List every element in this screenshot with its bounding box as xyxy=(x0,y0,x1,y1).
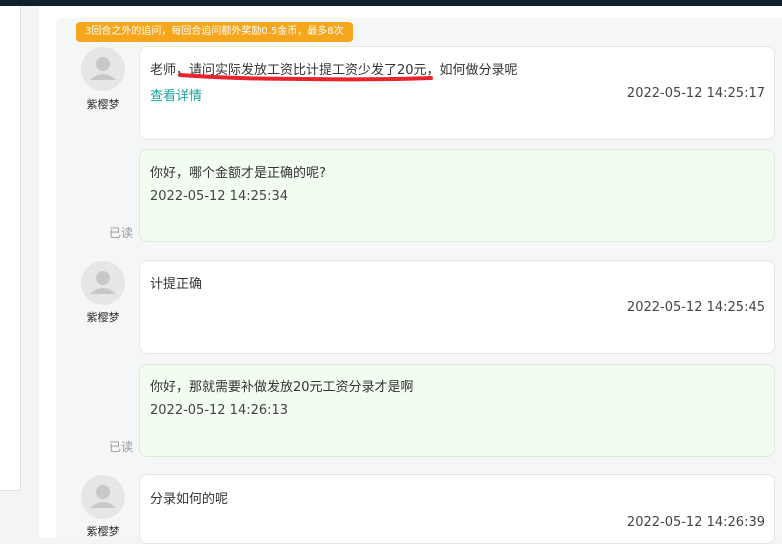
reply-bubble: 你好，那就需要补做发放20元工资分录才是啊 2022-05-12 14:26:1… xyxy=(139,364,775,457)
message-time: 2022-05-12 14:26:13 xyxy=(150,403,289,418)
message-text: 老师，请问实际发放工资比计提工资少发了20元，如何做分录呢 xyxy=(150,63,518,78)
gutter xyxy=(21,6,39,538)
message-text: 你好，那就需要补做发放20元工资分录才是啊 xyxy=(150,380,414,395)
user-placeholder-icon xyxy=(90,57,116,80)
view-details-link[interactable]: 查看详情 xyxy=(150,85,202,104)
user-placeholder-icon xyxy=(90,485,116,508)
avatar xyxy=(81,475,125,519)
message-time: 2022-05-12 14:25:45 xyxy=(626,300,765,315)
left-panel xyxy=(0,6,21,491)
message-text: 分录如何的呢 xyxy=(150,492,229,507)
message-bubble: 计提正确 2022-05-12 14:25:45 xyxy=(139,260,775,354)
user-name: 紫樱梦 xyxy=(86,525,120,538)
message-time: 2022-05-12 14:26:39 xyxy=(626,515,765,530)
read-status: 已读 xyxy=(109,440,134,454)
avatar xyxy=(81,261,125,305)
message-text: 你好，哪个金额才是正确的呢? xyxy=(150,166,326,181)
message-time: 2022-05-12 14:25:17 xyxy=(626,86,765,101)
user-placeholder-icon xyxy=(90,271,116,294)
read-status: 已读 xyxy=(109,226,134,240)
reward-banner: 3回合之外的追问，每回合追问额外奖励0.5金币，最多8次 xyxy=(76,22,353,42)
reply-bubble: 你好，哪个金额才是正确的呢? 2022-05-12 14:25:34 xyxy=(139,149,775,242)
message-text: 计提正确 xyxy=(150,277,203,292)
user-name: 紫樱梦 xyxy=(86,98,120,111)
message-time: 2022-05-12 14:25:34 xyxy=(150,189,289,204)
message-bubble: 老师，请问实际发放工资比计提工资少发了20元，如何做分录呢 查看详情 2022-… xyxy=(139,46,775,140)
user-name: 紫樱梦 xyxy=(86,311,120,324)
avatar xyxy=(81,47,125,91)
message-bubble: 分录如何的呢 2022-05-12 14:26:39 xyxy=(139,474,775,544)
